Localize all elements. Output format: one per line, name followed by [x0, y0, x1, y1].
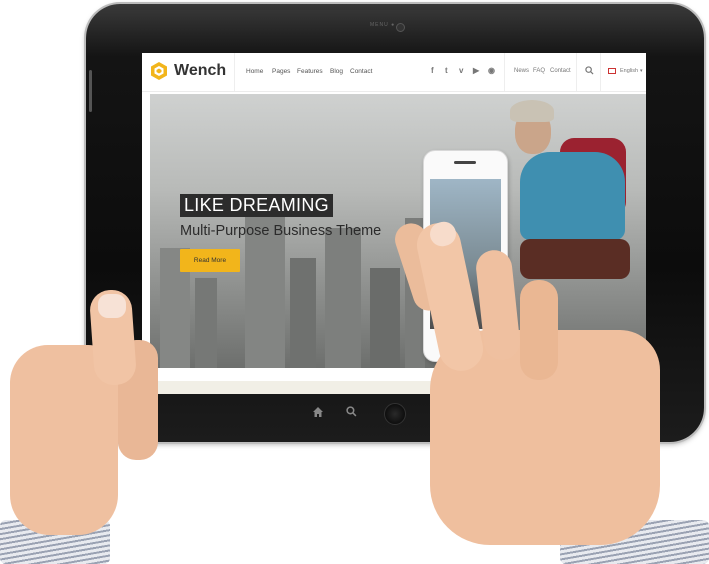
tablet-home-button[interactable] [384, 403, 406, 425]
tablet-side-button [89, 70, 92, 112]
site-header: Wench Home Pages Features Blog Contact f… [142, 53, 646, 92]
city-building [325, 228, 361, 368]
hero-title: LIKE DREAMING [180, 194, 333, 217]
header-divider [600, 53, 601, 91]
util-link-faq[interactable]: FAQ [533, 68, 545, 74]
nav-home[interactable]: Home [246, 68, 263, 75]
search-icon[interactable] [346, 406, 357, 417]
header-divider [234, 53, 235, 91]
search-icon[interactable] [585, 66, 594, 75]
util-link-contact[interactable]: Contact [550, 68, 571, 74]
read-more-button[interactable]: Read More [180, 249, 240, 272]
city-building [195, 278, 217, 368]
header-divider [504, 53, 505, 91]
brand-name[interactable]: Wench [174, 62, 226, 80]
facebook-icon[interactable]: f [431, 66, 434, 75]
twitter-icon[interactable]: t [445, 66, 448, 75]
language-selector[interactable]: English [620, 68, 638, 74]
flag-icon [608, 68, 616, 74]
traveller-legs [520, 239, 630, 279]
left-thumbnail [98, 294, 126, 318]
util-link-news[interactable]: News [514, 68, 529, 74]
nav-features[interactable]: Features [297, 68, 323, 75]
vimeo-icon[interactable]: v [459, 66, 463, 75]
header-divider [576, 53, 577, 91]
camera-icon [396, 23, 405, 32]
traveller-hat [510, 100, 554, 122]
nav-contact[interactable]: Contact [350, 68, 372, 75]
nav-pages[interactable]: Pages [272, 68, 290, 75]
right-ring-finger [520, 280, 558, 380]
youtube-icon[interactable]: ▶ [473, 66, 479, 75]
nav-blog[interactable]: Blog [330, 68, 343, 75]
phone-speaker [454, 161, 476, 164]
rss-icon[interactable]: ◉ [488, 66, 495, 75]
city-building [370, 268, 400, 368]
traveller-body [520, 152, 625, 240]
hero-subtitle: Multi-Purpose Business Theme [180, 223, 382, 239]
chevron-down-icon[interactable]: ▾ [640, 68, 643, 74]
logo-icon[interactable] [150, 61, 168, 81]
city-building [290, 258, 316, 368]
home-icon[interactable] [312, 406, 324, 418]
